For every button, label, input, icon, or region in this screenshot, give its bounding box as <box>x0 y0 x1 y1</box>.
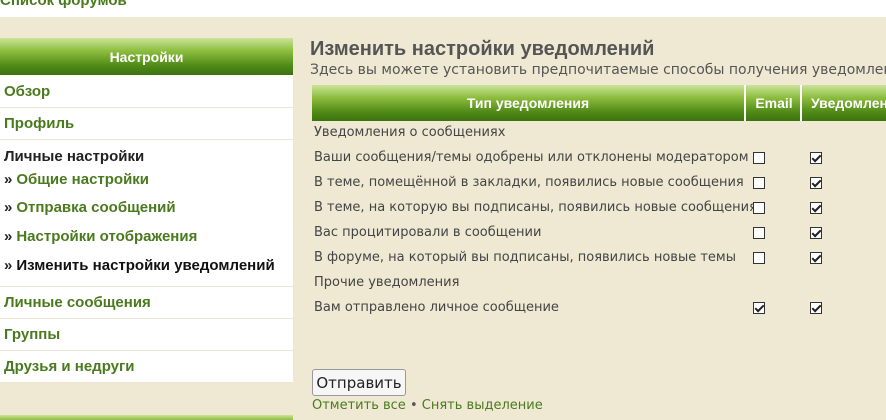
table-header: Тип уведомления Email Уведомления <box>312 85 886 121</box>
sidebar-subitem-display[interactable]: » Настройки отображения <box>4 222 289 251</box>
email-checkbox[interactable] <box>753 152 765 164</box>
mark-all-link[interactable]: Отметить все <box>312 398 406 413</box>
email-checkbox[interactable] <box>753 252 765 264</box>
email-checkbox[interactable] <box>753 227 765 239</box>
notification-checkbox[interactable] <box>810 177 822 189</box>
table-row: В теме, помещённой в закладки, появились… <box>312 171 886 196</box>
section-label: Прочие уведомления <box>314 275 460 290</box>
separator: • <box>409 398 418 413</box>
sidebar-subitem-label: Изменить настройки уведомлений <box>16 257 275 274</box>
sidebar: Настройки Обзор Профиль Личные настройки… <box>0 38 293 383</box>
forum-list-link[interactable]: Список форумов <box>0 0 127 9</box>
notification-checkbox[interactable] <box>810 252 822 264</box>
table-row: Вас процитировали в сообщении <box>312 221 886 246</box>
sidebar-subitem-label: Общие настройки <box>16 171 150 188</box>
sidebar-subitem-general-settings[interactable]: » Общие настройки <box>4 167 289 193</box>
option-label: Ваши сообщения/темы одобрены или отклоне… <box>314 150 749 165</box>
notification-checkbox[interactable] <box>810 202 822 214</box>
bullet-icon: » <box>4 228 13 245</box>
notification-checkbox[interactable] <box>810 227 822 239</box>
bullet-icon: » <box>4 199 13 216</box>
sidebar-item-groups[interactable]: Группы <box>0 319 293 351</box>
email-checkbox[interactable] <box>753 302 765 314</box>
sidebar-subitem-posting[interactable]: » Отправка сообщений <box>4 193 289 222</box>
section-label: Уведомления о сообщениях <box>314 125 506 140</box>
email-checkbox[interactable] <box>753 177 765 189</box>
sidebar-item-profile[interactable]: Профиль <box>0 108 293 140</box>
section-row: Прочие уведомления <box>312 271 886 296</box>
sidebar-subitem-label: Отправка сообщений <box>16 199 176 216</box>
bullet-icon: » <box>4 257 13 274</box>
sidebar-heading: Настройки <box>0 38 293 76</box>
column-header-notifications: Уведомления <box>811 95 886 111</box>
notification-table: Тип уведомления Email Уведомления Уведом… <box>312 85 886 413</box>
option-label: Вас процитировали в сообщении <box>314 225 542 240</box>
submit-button[interactable]: Отправить <box>312 369 406 396</box>
sidebar-bottom-bar <box>0 415 293 420</box>
table-row: В форуме, на который вы подписаны, появи… <box>312 246 886 271</box>
sidebar-group-title: Личные настройки <box>4 148 145 165</box>
selection-links: Отметить все • Снять выделение <box>312 398 543 413</box>
sidebar-item-private-messages[interactable]: Личные сообщения <box>0 287 293 319</box>
table-row: В теме, на которую вы подписаны, появили… <box>312 196 886 221</box>
column-header-email: Email <box>748 85 802 121</box>
table-row: Вам отправлено личное сообщение <box>312 296 886 321</box>
table-body: Уведомления о сообщениях Ваши сообщения/т… <box>312 121 886 321</box>
sidebar-item-overview[interactable]: Обзор <box>0 76 293 108</box>
sidebar-subitem-label: Настройки отображения <box>16 228 198 245</box>
unmark-all-link[interactable]: Снять выделение <box>422 398 543 413</box>
notification-checkbox[interactable] <box>810 152 822 164</box>
page-description: Здесь вы можете установить предпочитаемы… <box>310 62 886 78</box>
table-row: Ваши сообщения/темы одобрены или отклоне… <box>312 146 886 171</box>
sidebar-group-personal-settings: Личные настройки » Общие настройки » Отпра… <box>0 140 293 287</box>
sidebar-subitem-notifications-current[interactable]: » Изменить настройки уведомлений <box>4 251 289 280</box>
email-checkbox[interactable] <box>753 202 765 214</box>
top-bar: Список форумов <box>0 0 886 17</box>
option-label: В теме, на которую вы подписаны, появили… <box>314 200 757 215</box>
column-header-type: Тип уведомления <box>312 85 746 121</box>
notification-checkbox[interactable] <box>810 302 822 314</box>
bullet-icon: » <box>4 171 13 188</box>
main-panel: Изменить настройки уведомлений Здесь вы … <box>310 38 886 413</box>
page-title: Изменить настройки уведомлений <box>310 38 655 60</box>
option-label: Вам отправлено личное сообщение <box>314 300 559 315</box>
section-row: Уведомления о сообщениях <box>312 121 886 146</box>
option-label: В теме, помещённой в закладки, появились… <box>314 175 744 190</box>
option-label: В форуме, на который вы подписаны, появи… <box>314 250 736 265</box>
sidebar-item-friends-foes[interactable]: Друзья и недруги <box>0 351 293 383</box>
